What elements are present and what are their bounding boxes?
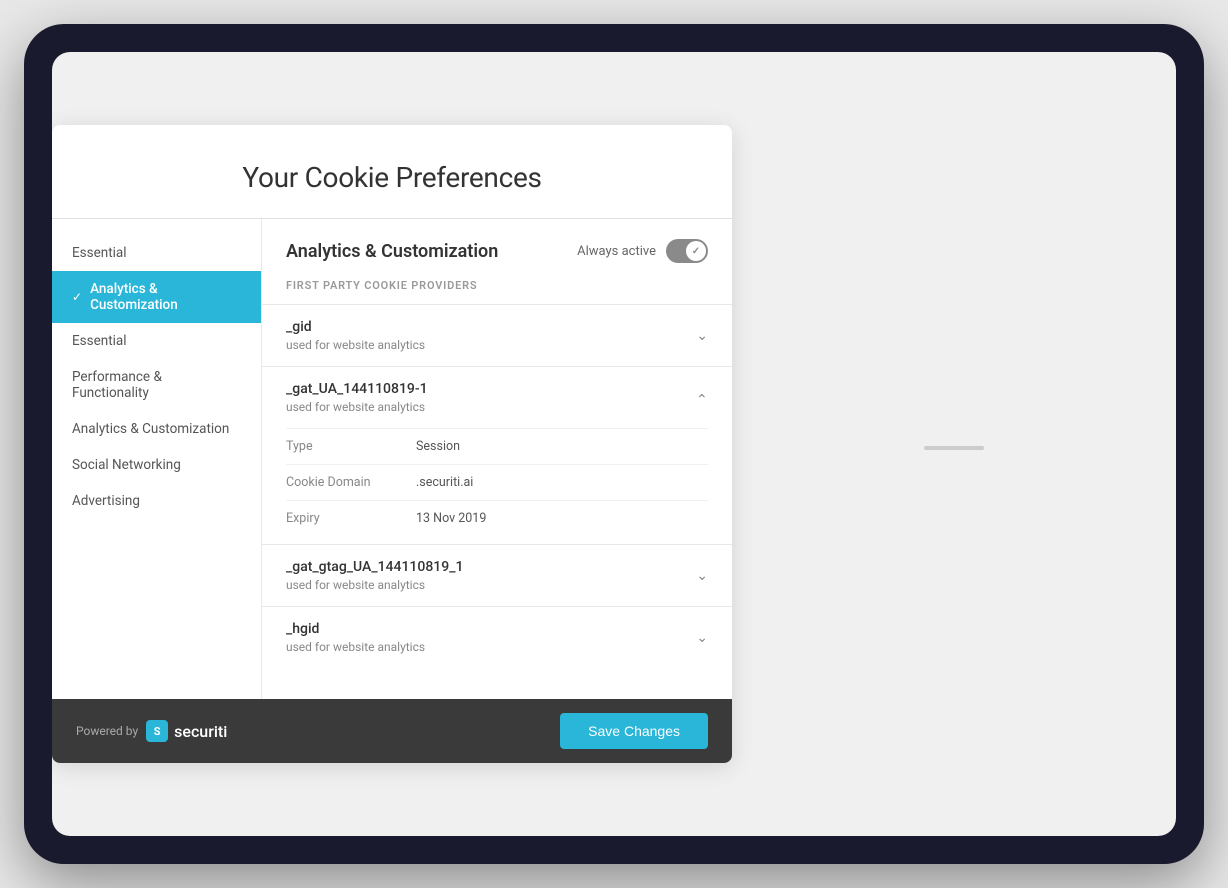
cookie-preferences-modal: Your Cookie Preferences Essential ✓ Anal… (52, 125, 732, 763)
cookie-item-header-gat-gtag[interactable]: _gat_gtag_UA_144110819_1 used for websit… (286, 545, 708, 606)
save-changes-button[interactable]: Save Changes (560, 713, 708, 749)
securiti-logo: S securiti (146, 720, 227, 742)
chevron-down-icon-gid: ⌄ (696, 328, 708, 344)
cookie-item-header-hgid[interactable]: _hgid used for website analytics ⌄ (286, 607, 708, 668)
toggle-knob: ✓ (686, 241, 706, 261)
sidebar-item-label: Analytics & Customization (72, 421, 229, 437)
cookie-item-gat-ua: _gat_UA_144110819-1 used for website ana… (262, 366, 732, 536)
chevron-down-icon-gat-gtag: ⌄ (696, 568, 708, 584)
sidebar-item-label: Performance & Functionality (72, 369, 241, 401)
modal-body: Essential ✓ Analytics & Customization Es… (52, 219, 732, 699)
sidebar-item-analytics2[interactable]: Analytics & Customization (52, 411, 261, 447)
detail-label-expiry: Expiry (286, 511, 416, 526)
sidebar-item-label: Essential (72, 333, 127, 349)
always-active-toggle[interactable]: ✓ (666, 239, 708, 263)
cookie-desc-gat-gtag: used for website analytics (286, 578, 463, 592)
cookie-info-gat-gtag: _gat_gtag_UA_144110819_1 used for websit… (286, 559, 463, 592)
sidebar-item-label: Social Networking (72, 457, 181, 473)
content-title: Analytics & Customization (286, 241, 498, 262)
cookie-item-header-gat-ua[interactable]: _gat_UA_144110819-1 used for website ana… (286, 367, 708, 428)
detail-label-domain: Cookie Domain (286, 475, 416, 490)
scrollbar-hint (924, 446, 984, 450)
cookie-desc-hgid: used for website analytics (286, 640, 425, 654)
always-active-label: Always active (577, 244, 656, 259)
securiti-icon: S (146, 720, 168, 742)
sidebar-item-analytics-customization[interactable]: ✓ Analytics & Customization (52, 271, 261, 323)
cookie-desc-gat-ua: used for website analytics (286, 400, 428, 414)
tablet-screen: Your Cookie Preferences Essential ✓ Anal… (52, 52, 1176, 836)
cookie-details-gat-ua: Type Session Cookie Domain .securiti.ai … (286, 428, 708, 536)
tablet-frame: Your Cookie Preferences Essential ✓ Anal… (24, 24, 1204, 864)
sidebar-item-label: Advertising (72, 493, 140, 509)
cookie-info-gat-ua: _gat_UA_144110819-1 used for website ana… (286, 381, 428, 414)
detail-value-domain: .securiti.ai (416, 475, 473, 490)
sidebar-item-essential[interactable]: Essential (52, 323, 261, 359)
cookie-name-gid: _gid (286, 319, 425, 335)
cookie-name-gat-ua: _gat_UA_144110819-1 (286, 381, 428, 397)
sidebar-item-label: Essential (72, 245, 127, 261)
cookie-item-hgid: _hgid used for website analytics ⌄ (262, 606, 732, 668)
sidebar-item-label: Analytics & Customization (90, 281, 241, 313)
cookie-name-gat-gtag: _gat_gtag_UA_144110819_1 (286, 559, 463, 575)
sidebar-item-advertising[interactable]: Advertising (52, 483, 261, 519)
chevron-down-icon-hgid: ⌄ (696, 630, 708, 646)
sidebar-item-essential-top[interactable]: Essential (52, 235, 261, 271)
content-area: Analytics & Customization Always active … (262, 219, 732, 699)
cookie-item-gid: _gid used for website analytics ⌄ (262, 304, 732, 366)
sidebar-item-performance[interactable]: Performance & Functionality (52, 359, 261, 411)
content-header: Analytics & Customization Always active … (262, 219, 732, 279)
sidebar: Essential ✓ Analytics & Customization Es… (52, 219, 262, 699)
section-label: FIRST PARTY COOKIE PROVIDERS (262, 279, 732, 304)
modal-header: Your Cookie Preferences (52, 125, 732, 219)
powered-by: Powered by S securiti (76, 720, 227, 742)
modal-title: Your Cookie Preferences (92, 161, 692, 194)
cookie-info-gid: _gid used for website analytics (286, 319, 425, 352)
powered-by-label: Powered by (76, 724, 138, 738)
toggle-check-icon: ✓ (692, 246, 700, 257)
detail-row-domain: Cookie Domain .securiti.ai (286, 465, 708, 501)
detail-value-expiry: 13 Nov 2019 (416, 511, 486, 526)
cookie-info-hgid: _hgid used for website analytics (286, 621, 425, 654)
cookie-item-gat-gtag: _gat_gtag_UA_144110819_1 used for websit… (262, 544, 732, 606)
always-active-area: Always active ✓ (577, 239, 708, 263)
securiti-name: securiti (174, 722, 227, 741)
cookie-desc-gid: used for website analytics (286, 338, 425, 352)
cookie-name-hgid: _hgid (286, 621, 425, 637)
cookie-item-header-gid[interactable]: _gid used for website analytics ⌄ (286, 305, 708, 366)
detail-row-type: Type Session (286, 429, 708, 465)
modal-footer: Powered by S securiti Save Changes (52, 699, 732, 763)
detail-row-expiry: Expiry 13 Nov 2019 (286, 501, 708, 536)
sidebar-item-social-networking[interactable]: Social Networking (52, 447, 261, 483)
detail-label-type: Type (286, 439, 416, 454)
check-icon: ✓ (72, 290, 82, 304)
chevron-up-icon-gat-ua: ⌄ (696, 390, 708, 406)
detail-value-type: Session (416, 439, 460, 454)
